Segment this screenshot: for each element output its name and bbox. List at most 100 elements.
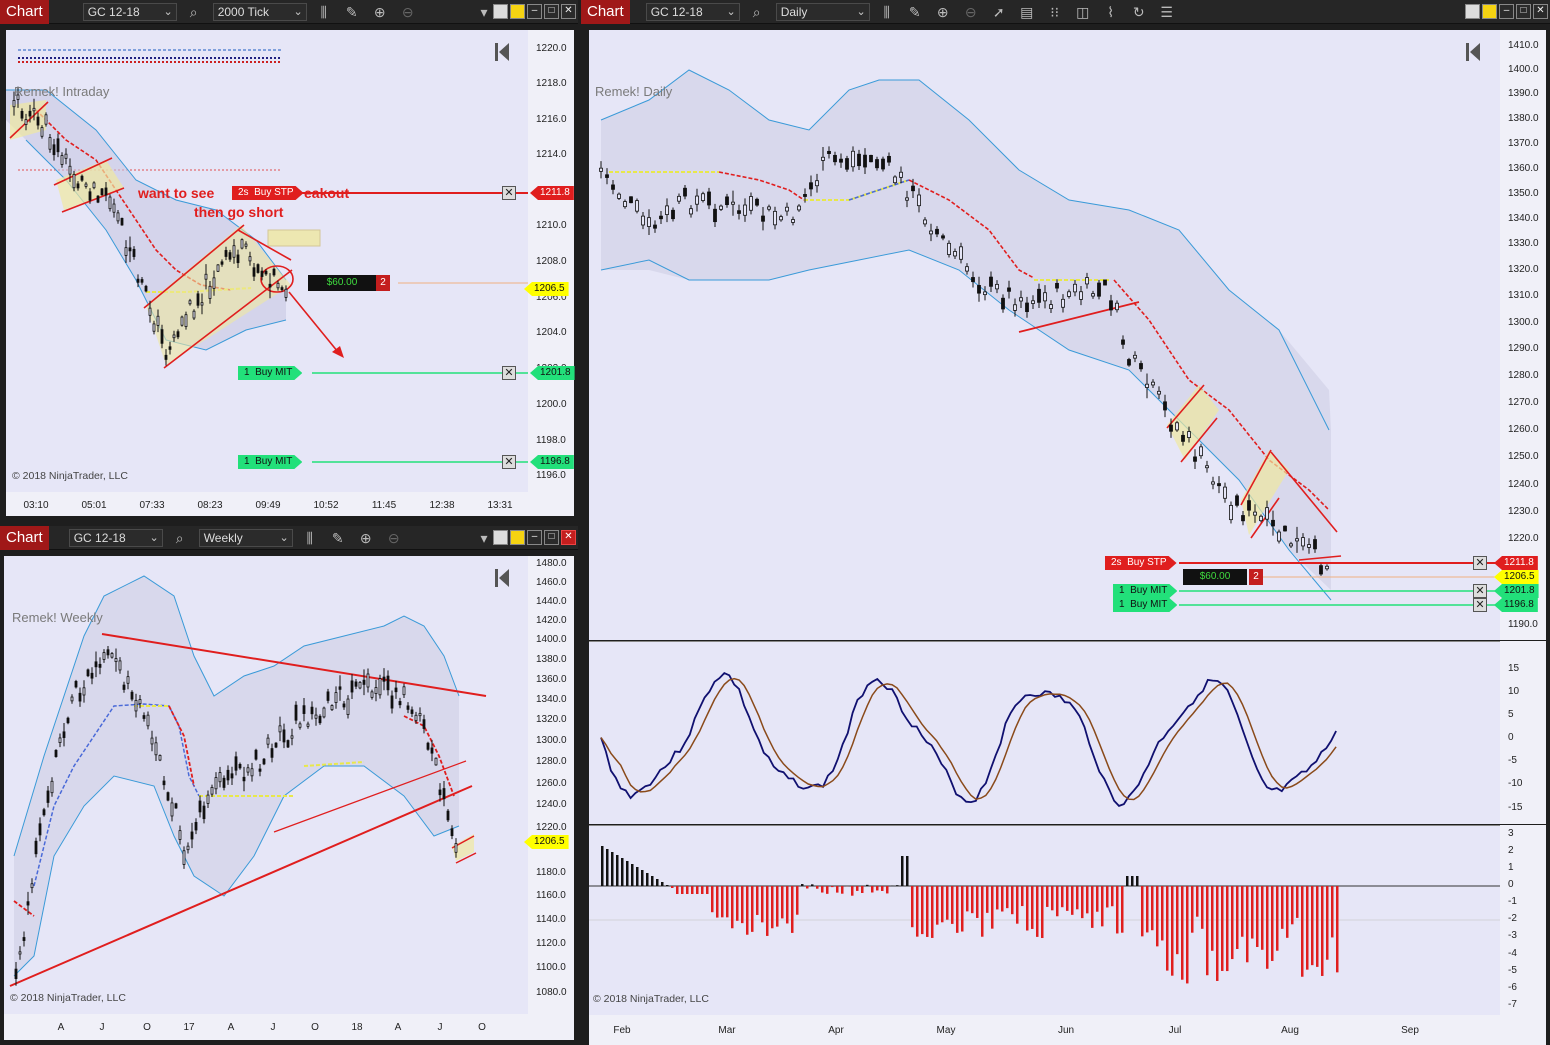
properties-icon[interactable]: ☰	[1156, 2, 1178, 22]
link-color-icon[interactable]	[493, 530, 508, 545]
oscillator-axis[interactable]: 15 10 5 0 -5 -10 -15	[1500, 641, 1546, 824]
zoom-in-icon[interactable]: ⊕	[932, 2, 954, 22]
price-axis[interactable]: 1410.0 1400.0 1390.0 1380.0 1370.0 1360.0 1350…	[1500, 30, 1546, 640]
order-type: Buy MIT	[1130, 585, 1168, 596]
position-qty[interactable]: 2	[376, 275, 390, 291]
scroll-to-end-icon[interactable]	[1465, 42, 1481, 62]
interval-selector[interactable]: 2000 Tick ⌄	[212, 2, 307, 21]
candle-body	[737, 210, 741, 214]
price-panel[interactable]: Remek! Intraday © 2018 NinjaTrader, LLC …	[6, 30, 528, 492]
close-icon[interactable]: ✕	[561, 4, 576, 19]
buy-stop-order-tag[interactable]: 2s Buy STP	[1105, 556, 1177, 570]
indicators-icon[interactable]: ⁝⁝	[1044, 2, 1066, 22]
search-icon[interactable]: ⌕	[183, 2, 205, 22]
zoom-in-icon[interactable]: ⊕	[369, 2, 391, 22]
time-axis[interactable]: 03:10 05:01 07:33 08:23 09:49 10:52 11:45 12:38…	[6, 492, 574, 516]
scroll-to-end-icon[interactable]	[494, 568, 510, 588]
minimize-icon[interactable]: –	[527, 4, 542, 19]
histogram-bar	[1156, 886, 1159, 947]
axis-tick-label: 3	[1508, 828, 1514, 839]
price-panel[interactable]: Remek! Daily 2s Buy STP $60.00 2 1 Buy M…	[589, 30, 1500, 640]
axis-tick-label: 1140.0	[536, 914, 566, 925]
candle-body	[1133, 354, 1137, 359]
histogram-bar	[691, 886, 694, 894]
bar-type-icon[interactable]: ⫼	[313, 2, 335, 22]
dropdown-arrow-icon[interactable]: ▾	[477, 2, 491, 22]
templates-icon[interactable]: ◫	[1072, 2, 1094, 22]
zoom-in-icon[interactable]: ⊕	[355, 528, 377, 548]
histogram-bar	[1036, 886, 1039, 937]
candle-body	[140, 279, 144, 283]
link-yellow-icon[interactable]	[510, 530, 525, 545]
histogram-bar	[1121, 886, 1124, 933]
time-axis[interactable]: A J O 17 A J O 18 A J O	[4, 1014, 574, 1040]
candle-body	[1253, 511, 1257, 516]
zoom-out-icon[interactable]: ⊖	[960, 2, 982, 22]
close-icon[interactable]: ✕	[1533, 4, 1548, 19]
instrument-selector[interactable]: GC 12-18 ⌄	[68, 528, 163, 547]
cancel-order-icon[interactable]: ✕	[1473, 584, 1487, 598]
draw-pencil-icon[interactable]: ✎	[904, 2, 926, 22]
cancel-order-icon[interactable]: ✕	[1473, 556, 1487, 570]
close-icon[interactable]: ✕	[561, 530, 576, 545]
chart-tab[interactable]: Chart	[0, 525, 49, 550]
draw-pencil-icon[interactable]: ✎	[341, 2, 363, 22]
link-yellow-icon[interactable]	[1482, 4, 1497, 19]
candle-body	[623, 201, 627, 208]
buy-mit-order-tag[interactable]: 1 Buy MIT	[1113, 598, 1177, 612]
price-axis[interactable]: 1220.01218.01216.01214.01212.01210.01208…	[528, 30, 574, 492]
zoom-out-icon[interactable]: ⊖	[383, 528, 405, 548]
scroll-to-end-icon[interactable]	[494, 42, 510, 62]
search-icon[interactable]: ⌕	[746, 2, 768, 22]
interval-selector[interactable]: Daily ⌄	[775, 2, 870, 21]
cancel-order-icon[interactable]: ✕	[502, 186, 516, 200]
candle-body	[128, 247, 132, 252]
histogram-bar	[1281, 886, 1284, 929]
candle-body	[226, 769, 230, 781]
minimize-icon[interactable]: –	[1499, 4, 1514, 19]
cancel-order-icon[interactable]: ✕	[1473, 598, 1487, 612]
chart-tab[interactable]: Chart	[0, 0, 49, 24]
histogram-panel[interactable]: © 2018 NinjaTrader, LLC	[589, 825, 1500, 1015]
link-yellow-icon[interactable]	[510, 4, 525, 19]
position-qty[interactable]: 2	[1249, 569, 1263, 585]
candle-body	[242, 776, 246, 782]
instrument-selector[interactable]: GC 12-18 ⌄	[645, 2, 740, 21]
buy-stop-order-tag[interactable]: 2s Buy STP	[232, 186, 304, 200]
maximize-icon[interactable]: □	[544, 4, 559, 19]
histogram-axis[interactable]: 3 2 1 0 -1 -2 -3 -4 -5 -6 -7	[1500, 825, 1546, 1015]
candle-body	[62, 731, 66, 738]
link-color-icon[interactable]	[1465, 4, 1480, 19]
draw-pencil-icon[interactable]: ✎	[327, 528, 349, 548]
price-axis[interactable]: 1480.0 1460.0 1440.0 1420.0 1400.0 1380.0 1360…	[528, 556, 574, 1014]
cancel-order-icon[interactable]: ✕	[502, 366, 516, 380]
histogram-svg	[589, 846, 1500, 984]
axis-tick-label: 1460.0	[536, 577, 567, 588]
strategies-icon[interactable]: ⌇	[1100, 2, 1122, 22]
dropdown-arrow-icon[interactable]: ▾	[477, 528, 491, 548]
bar-type-icon[interactable]: ⫼	[299, 528, 321, 548]
buy-mit-order-tag[interactable]: 1 Buy MIT	[238, 366, 302, 380]
maximize-icon[interactable]: □	[544, 530, 559, 545]
zoom-out-icon[interactable]: ⊖	[397, 2, 419, 22]
interval-selector[interactable]: Weekly ⌄	[198, 528, 293, 547]
link-color-icon[interactable]	[493, 4, 508, 19]
axis-tick-label: 10	[1508, 686, 1520, 697]
chart-tab[interactable]: Chart	[581, 0, 630, 24]
maximize-icon[interactable]: □	[1516, 4, 1531, 19]
data-box-icon[interactable]: ▤	[1016, 2, 1038, 22]
search-icon[interactable]: ⌕	[169, 528, 191, 548]
bar-type-icon[interactable]: ⫼	[876, 2, 898, 22]
price-panel[interactable]: Remek! Weekly © 2018 NinjaTrader, LLC	[4, 556, 528, 1014]
time-axis[interactable]: Feb Mar Apr May Jun Jul Aug Sep	[589, 1015, 1546, 1045]
histogram-bar	[1271, 886, 1274, 961]
instrument-selector[interactable]: GC 12-18 ⌄	[82, 2, 177, 21]
buy-mit-order-tag[interactable]: 1 Buy MIT	[238, 455, 302, 469]
cancel-order-icon[interactable]: ✕	[502, 455, 516, 469]
buy-mit-order-tag[interactable]: 1 Buy MIT	[1113, 584, 1177, 598]
oscillator-panel[interactable]	[589, 641, 1500, 824]
reload-icon[interactable]: ↻	[1128, 2, 1150, 22]
minimize-icon[interactable]: –	[527, 530, 542, 545]
pointer-icon[interactable]: ➚	[988, 2, 1010, 22]
histogram-bar	[896, 885, 899, 886]
